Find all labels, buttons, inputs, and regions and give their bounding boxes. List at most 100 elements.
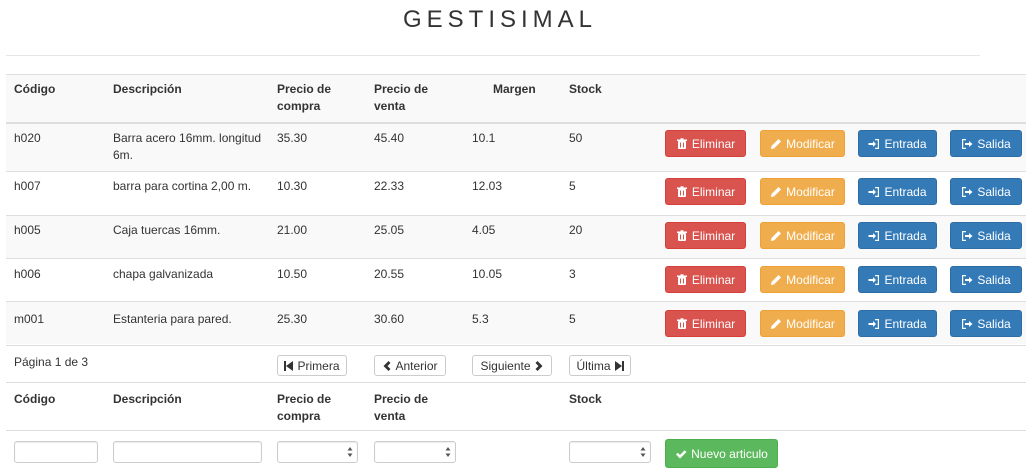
ok-icon [675,448,687,460]
cell-stock: 5 [569,179,576,193]
log-in-icon [868,318,880,330]
cell-margin: 5.3 [472,312,489,326]
form-header-sale-price-line2: venta [374,409,406,423]
trash-icon [676,137,688,150]
delete-button-label: Eliminar [691,184,736,199]
cell-sale-price: 22.33 [374,179,405,193]
modify-button-label: Modificar [786,228,835,243]
col-header-sale-price: Precio de venta [374,81,454,115]
log-in-icon [868,138,880,150]
modify-button[interactable]: Modificar [760,222,845,249]
cell-code: h020 [14,131,41,145]
next-page-button[interactable]: Siguiente [472,355,552,376]
previous-page-button[interactable]: Anterior [374,355,446,376]
row-divider [6,215,1026,216]
col-header-stock: Stock [569,82,602,96]
exit-button-label: Salida [977,272,1011,287]
exit-button-label: Salida [977,228,1011,243]
exit-button[interactable]: Salida [950,222,1022,249]
cell-stock: 3 [569,267,576,281]
modify-button-label: Modificar [786,136,835,151]
col-header-purchase-price-line2: compra [277,99,321,113]
description-input[interactable] [113,441,262,463]
entry-button[interactable]: Entrada [858,178,937,205]
sale-price-input[interactable] [374,441,456,463]
new-article-label: Nuevo articulo [691,446,768,461]
delete-button[interactable]: Eliminar [665,266,746,293]
cell-margin: 10.05 [472,267,503,281]
step-backward-icon [284,360,294,371]
trash-icon [676,185,688,198]
entry-button[interactable]: Entrada [858,130,937,157]
log-in-icon [868,230,880,242]
delete-button[interactable]: Eliminar [665,130,746,157]
cell-sale-price: 45.40 [374,131,405,145]
modify-button[interactable]: Modificar [760,310,845,337]
cell-description: Estanteria para pared. [113,312,232,326]
modify-button[interactable]: Modificar [760,178,845,205]
cell-purchase-price: 10.50 [277,267,308,281]
chevron-left-icon [382,360,391,371]
title-divider [6,55,980,56]
stock-input[interactable] [569,441,651,463]
spinner-icon[interactable] [347,445,353,459]
new-article-button[interactable]: Nuevo articulo [665,439,778,468]
cell-code: h005 [14,223,41,237]
entry-button-label: Entrada [884,272,927,287]
spinner-icon[interactable] [640,445,646,459]
delete-button[interactable]: Eliminar [665,222,746,249]
delete-button[interactable]: Eliminar [665,310,746,337]
code-input[interactable] [14,441,98,463]
page-info: Página 1 de 3 [14,355,89,369]
exit-button[interactable]: Salida [950,266,1022,293]
delete-button[interactable]: Eliminar [665,178,746,205]
col-header-code: Código [14,82,56,96]
form-header-purchase-price: Precio de compra [277,391,357,425]
last-page-label: Última [576,358,611,373]
chevron-right-icon [535,360,544,371]
form-header-sale-price: Precio de venta [374,391,454,425]
cell-code: m001 [14,312,45,326]
next-page-label: Siguiente [480,358,531,373]
exit-button[interactable]: Salida [950,178,1022,205]
row-divider [6,345,1026,346]
entry-button-label: Entrada [884,316,927,331]
entry-button-label: Entrada [884,228,927,243]
exit-button-label: Salida [977,184,1011,199]
cell-purchase-price: 35.30 [277,131,308,145]
form-header-code: Código [14,392,56,406]
entry-button[interactable]: Entrada [858,310,937,337]
log-out-icon [961,230,973,242]
cell-purchase-price: 25.30 [277,312,308,326]
purchase-price-input[interactable] [277,441,358,463]
modify-button[interactable]: Modificar [760,266,845,293]
entry-button[interactable]: Entrada [858,266,937,293]
cell-code: h006 [14,267,41,281]
cell-sale-price: 20.55 [374,267,405,281]
col-header-margin: Margen [493,82,536,96]
modify-button-label: Modificar [786,316,835,331]
row-divider [6,258,1026,259]
delete-button-label: Eliminar [691,136,736,151]
first-page-button[interactable]: Primera [277,355,347,376]
pencil-icon [770,186,782,198]
modify-button-label: Modificar [786,272,835,287]
cell-description: barra para cortina 2,00 m. [113,179,252,193]
exit-button-label: Salida [977,316,1011,331]
exit-button[interactable]: Salida [950,310,1022,337]
pencil-icon [770,274,782,286]
cell-description: Caja tuercas 16mm. [113,223,221,237]
spinner-icon[interactable] [445,445,451,459]
trash-icon [676,229,688,242]
col-header-purchase-price-line1: Precio de [277,82,332,96]
first-page-label: Primera [297,358,340,373]
log-out-icon [961,274,973,286]
cell-stock: 20 [569,223,583,237]
modify-button[interactable]: Modificar [760,130,845,157]
log-out-icon [961,138,973,150]
last-page-button[interactable]: Última [569,355,631,376]
cell-description-line2: 6m. [113,148,134,162]
entry-button[interactable]: Entrada [858,222,937,249]
exit-button[interactable]: Salida [950,130,1022,157]
col-header-sale-price-line2: venta [374,99,406,113]
